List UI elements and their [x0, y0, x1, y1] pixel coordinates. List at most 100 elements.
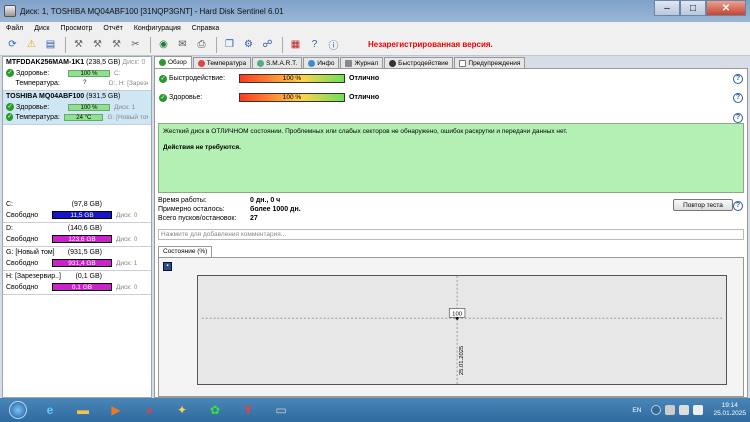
help-icon[interactable]: ? — [306, 36, 323, 53]
tab-alerts[interactable]: Предупреждения — [454, 57, 526, 68]
menu-bar: Файл Диск Просмотр Отчёт Конфигурация Сп… — [0, 22, 750, 34]
document-icon — [459, 59, 467, 67]
retest-button[interactable]: Повтор теста — [673, 199, 733, 211]
info-icon[interactable]: ⓘ — [325, 36, 342, 53]
temp-value: ? — [83, 79, 87, 86]
overview-panel: ✓ Быстродействие: 100 % Отлично ? ✓ Здор… — [154, 68, 748, 398]
performance-bar: 100 % — [239, 74, 345, 83]
tab-temperature[interactable]: Температура — [192, 57, 252, 68]
ok-icon: ✓ — [159, 93, 167, 102]
windows-icon — [9, 401, 27, 419]
language-indicator[interactable]: EN — [632, 407, 641, 414]
copy-icon[interactable]: ❐ — [221, 36, 238, 53]
folder-icon[interactable]: ▬ — [69, 399, 97, 421]
help-tray-icon[interactable] — [651, 405, 662, 415]
comment-field[interactable]: Нажмите для добавления комментария... — [158, 229, 744, 240]
status-message-box: Жесткий диск в ОТЛИЧНОМ состоянии. Пробл… — [158, 123, 744, 193]
volume-icon[interactable] — [693, 405, 704, 415]
menu-config[interactable]: Конфигурация — [134, 25, 181, 32]
ok-icon: ✓ — [6, 69, 14, 77]
performance-row: ✓ Быстродействие: 100 % Отлично — [159, 74, 380, 83]
ok-icon: ✓ — [159, 74, 167, 83]
gauge-icon — [389, 59, 397, 67]
media-icon[interactable]: ▶ — [102, 399, 130, 421]
puzzle-icon[interactable]: ✦ — [168, 399, 196, 421]
tab-performance[interactable]: Быстродействие — [384, 57, 454, 68]
game-icon[interactable]: ✿ — [201, 399, 229, 421]
disk-name: TOSHIBA MQ04ABF100 — [6, 93, 85, 100]
free-space-bar: 931,4 GB — [52, 259, 112, 267]
chart-tab-health[interactable]: Состояние (%) — [158, 246, 213, 257]
menu-view[interactable]: Просмотр — [60, 25, 92, 32]
flag-icon[interactable] — [665, 405, 676, 415]
menu-file[interactable]: Файл — [6, 25, 23, 32]
help-icon[interactable]: ? — [733, 201, 743, 211]
performance-status: Отлично — [349, 75, 380, 82]
ie-icon[interactable]: e — [36, 399, 64, 421]
save-icon[interactable]: ▪ — [163, 262, 172, 271]
tool3-icon[interactable]: ⚒ — [108, 36, 125, 53]
maximize-button[interactable]: □ — [680, 0, 706, 16]
disk-name: MTFDDAK256MAM-1K1 — [6, 59, 85, 66]
wrench-icon[interactable]: ✂ — [127, 36, 144, 53]
close-button[interactable]: ✕ — [706, 0, 746, 16]
log-icon — [345, 59, 353, 67]
app-icon — [4, 5, 16, 17]
info-icon — [308, 59, 316, 67]
free-space-bar: 11,5 GB — [52, 211, 112, 219]
hdsentinel-icon[interactable]: ▭ — [267, 399, 295, 421]
help-icon[interactable]: ? — [733, 74, 743, 84]
health-row: ✓ Здоровье: 100 % Отлично — [159, 93, 380, 102]
clock[interactable]: 19:14 25.01.2025 — [713, 402, 746, 418]
tab-log[interactable]: Журнал — [340, 57, 384, 68]
disk-info: Время работы: 0 дн., 0 ч Примерно осталос… — [158, 197, 301, 222]
disk-item[interactable]: MTFDDAK256MAM-1K1 (238,5 GB) Диск: 0 ✓ Зд… — [3, 57, 151, 91]
volume-item[interactable]: G: [Новый том] (931,5 GB) Свободно 931,4 G… — [3, 247, 151, 271]
details-pane: Обзор Температура S.M.A.R.T. Инфо Журнал… — [154, 56, 750, 398]
free-space-bar: 123,6 GB — [52, 235, 112, 243]
thermometer-icon — [197, 59, 205, 67]
disk-item-selected[interactable]: TOSHIBA MQ04ABF100 (931,5 GB) ✓ Здоровье:… — [3, 91, 151, 125]
tab-bar: Обзор Температура S.M.A.R.T. Инфо Журнал… — [154, 56, 750, 68]
globe-icon[interactable]: ◉ — [155, 36, 172, 53]
mail-icon[interactable]: ✉ — [174, 36, 191, 53]
refresh-icon[interactable]: ⟳ — [4, 36, 21, 53]
tab-info[interactable]: Инфо — [303, 57, 340, 68]
health-status: Отлично — [349, 94, 380, 101]
menu-disk[interactable]: Диск — [34, 25, 49, 32]
report-icon[interactable]: ▤ — [42, 36, 59, 53]
clock-time: 19:14 — [721, 402, 738, 409]
minimize-button[interactable]: – — [654, 0, 680, 16]
tool-icon[interactable]: ⚒ — [70, 36, 87, 53]
yandex-icon[interactable]: Y — [234, 399, 262, 421]
tool2-icon[interactable]: ⚒ — [89, 36, 106, 53]
status-message: Жесткий диск в ОТЛИЧНОМ состоянии. Пробл… — [163, 128, 568, 135]
print-icon[interactable]: ⎙ — [193, 36, 210, 53]
volume-item[interactable]: C: (97,8 GB) Свободно 11,5 GB Диск: 0 — [3, 199, 151, 223]
volume-item[interactable]: H: [Зарезервир..] (0,1 GB) Свободно 0,1 GB… — [3, 271, 151, 295]
menu-help[interactable]: Справка — [192, 25, 219, 32]
tab-overview[interactable]: Обзор — [154, 56, 192, 68]
network-icon[interactable]: ☍ — [259, 36, 276, 53]
window-title: Диск: 1, TOSHIBA MQ04ABF100 [31NQP3GNT] … — [20, 6, 284, 16]
temp-bar: 24 °C — [64, 113, 104, 121]
monitor-icon[interactable] — [679, 405, 690, 415]
unregistered-notice[interactable]: Незарегистрированная версия. — [368, 40, 493, 49]
tab-smart[interactable]: S.M.A.R.T. — [252, 57, 303, 68]
remaining-value: более 1000 дн. — [250, 206, 301, 213]
chart-x-tick: 25.01.2025 — [459, 345, 465, 375]
clock-date: 25.01.2025 — [713, 410, 746, 417]
ok-icon: ✓ — [6, 103, 14, 111]
help-icon[interactable]: ? — [733, 93, 743, 103]
volume-item[interactable]: D: (140,6 GB) Свободно 123,6 GB Диск: 0 — [3, 223, 151, 247]
menu-report[interactable]: Отчёт — [103, 25, 122, 32]
help-icon[interactable]: ? — [733, 113, 743, 123]
taskbar: e ▬ ▶ ◕ ✦ ✿ Y ▭ EN 19:14 25.01.2025 — [0, 398, 750, 422]
chart-point-label: 100 — [452, 311, 463, 317]
settings-icon[interactable]: ⚙ — [240, 36, 257, 53]
start-button[interactable] — [6, 399, 30, 421]
warning-icon[interactable]: ⚠ — [23, 36, 40, 53]
stats-icon[interactable]: ▦ — [287, 36, 304, 53]
health-chart-box: ▪ 100 100 25.01.2025 — [158, 257, 744, 397]
chrome-icon[interactable]: ◕ — [135, 399, 163, 421]
